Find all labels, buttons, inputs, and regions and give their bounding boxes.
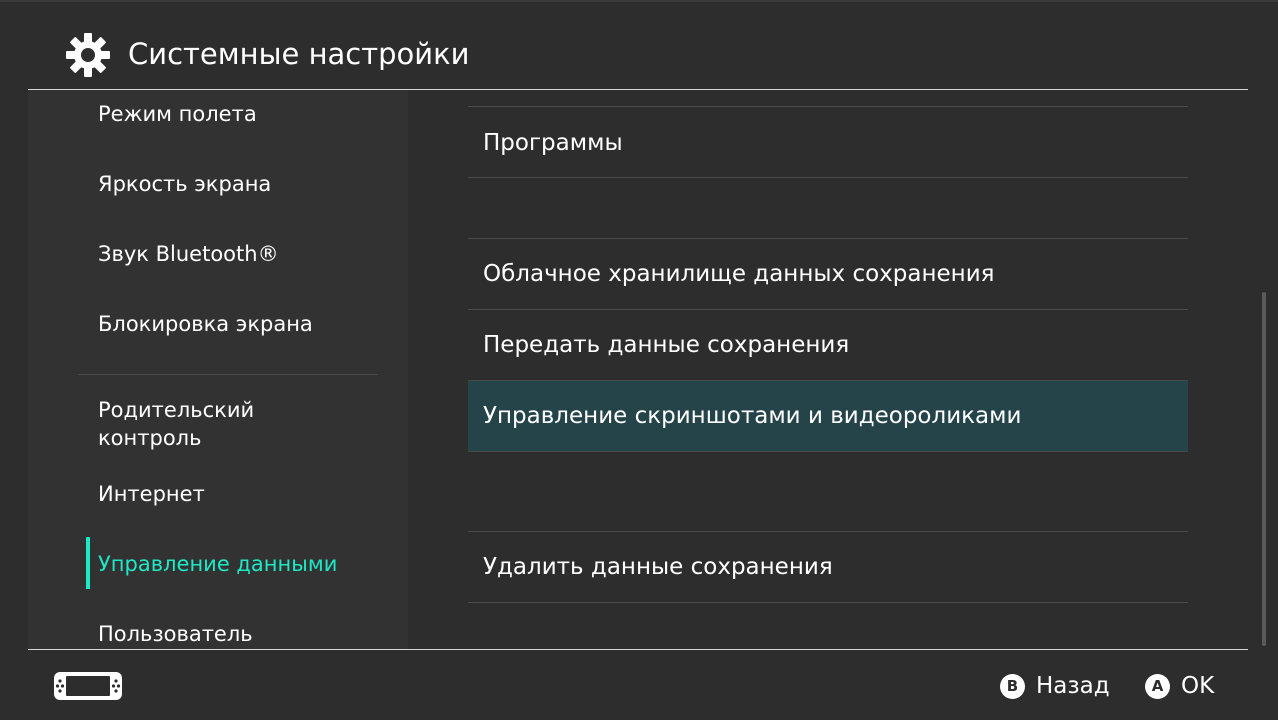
scrollbar[interactable] — [1262, 292, 1266, 646]
row-divider — [468, 451, 1188, 452]
row-divider — [468, 177, 1188, 178]
back-label: Назад — [1036, 673, 1110, 699]
row-divider — [468, 238, 1188, 239]
row-divider — [468, 602, 1188, 603]
footer-divider — [28, 649, 1248, 650]
ok-label: OK — [1181, 673, 1215, 699]
row-divider — [468, 531, 1188, 532]
b-button-icon: B — [1000, 673, 1025, 699]
settings-list: Программы Облачное хранилище данных сохр… — [0, 0, 1278, 649]
list-item-delete-save-data[interactable]: Удалить данные сохранения — [483, 551, 833, 583]
back-hint[interactable]: B Назад — [1000, 671, 1110, 701]
list-item-software[interactable]: Программы — [483, 127, 623, 159]
console-icon — [54, 672, 122, 700]
row-divider — [468, 106, 1188, 107]
list-item-screenshots-videos[interactable]: Управление скриншотами и видеороликами — [483, 400, 1021, 432]
a-button-icon: A — [1145, 673, 1170, 699]
list-item-transfer-save-data[interactable]: Передать данные сохранения — [483, 329, 849, 361]
ok-hint[interactable]: A OK — [1145, 671, 1214, 701]
row-divider — [468, 309, 1188, 310]
list-item-cloud-save-data[interactable]: Облачное хранилище данных сохранения — [483, 258, 995, 290]
